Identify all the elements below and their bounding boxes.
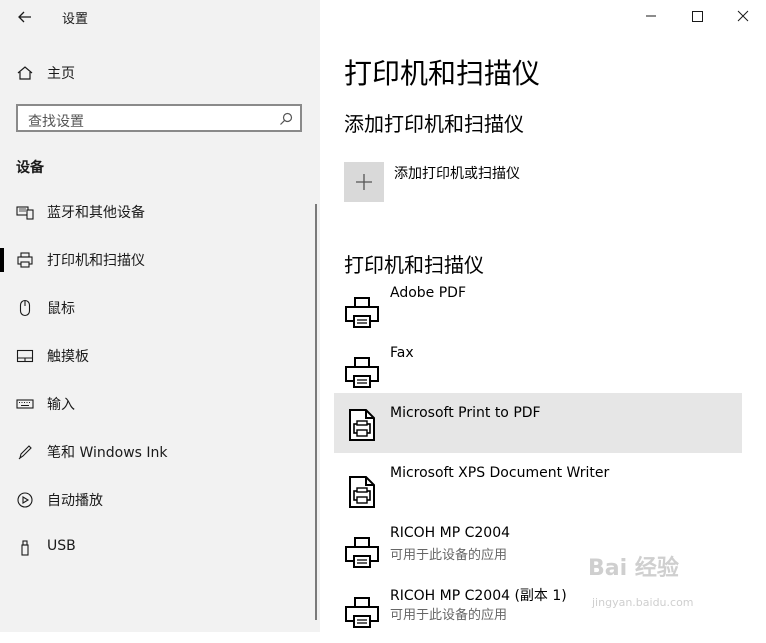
document-printer-icon xyxy=(349,409,375,441)
printer-item[interactable]: Adobe PDF xyxy=(334,283,742,343)
touchpad-icon xyxy=(16,349,34,363)
add-printer-label[interactable]: 添加打印机或扫描仪 xyxy=(394,163,520,183)
document-printer-icon xyxy=(349,476,375,508)
sidebar-item-usb[interactable]: USB xyxy=(0,526,320,570)
printer-icon xyxy=(345,597,379,628)
sidebar-item-label: 打印机和扫描仪 xyxy=(47,253,145,269)
sidebar-item-touchpad[interactable]: 触摸板 xyxy=(0,334,320,378)
watermark-url: jingyan.baidu.com xyxy=(592,596,694,609)
keyboard-icon xyxy=(16,399,34,409)
plus-icon xyxy=(356,174,372,190)
close-icon xyxy=(737,10,749,22)
home-icon xyxy=(17,66,33,80)
printer-name: Fax xyxy=(390,345,414,361)
printer-item-selected[interactable]: Microsoft Print to PDF xyxy=(334,393,742,453)
add-section-title: 添加打印机和扫描仪 xyxy=(344,112,524,136)
back-button[interactable] xyxy=(8,4,40,30)
add-printer-button[interactable] xyxy=(344,162,384,202)
sidebar-item-label: USB xyxy=(47,538,76,554)
sidebar-item-label: 蓝牙和其他设备 xyxy=(47,205,145,221)
minimize-button[interactable] xyxy=(628,2,674,30)
printer-status: 可用于此设备的应用 xyxy=(390,608,508,623)
sidebar-item-label: 输入 xyxy=(47,397,75,413)
sidebar-item-label: 自动播放 xyxy=(47,493,103,509)
bluetooth-devices-icon xyxy=(16,206,34,220)
section-title: 设备 xyxy=(16,160,44,176)
printer-name: RICOH MP C2004 (副本 1) xyxy=(390,588,567,604)
sidebar-item-mouse[interactable]: 鼠标 xyxy=(0,286,320,330)
printer-name: Microsoft XPS Document Writer xyxy=(390,465,610,481)
nav-home-label: 主页 xyxy=(47,66,75,82)
pen-icon xyxy=(18,445,32,460)
minimize-icon xyxy=(646,15,656,17)
printer-item[interactable]: RICOH MP C2004 (副本 1) 可用于此设备的应用 xyxy=(334,583,742,643)
sidebar-item-label: 鼠标 xyxy=(47,301,75,317)
printer-name: RICOH MP C2004 xyxy=(390,525,511,541)
maximize-button[interactable] xyxy=(674,2,720,30)
printer-icon xyxy=(345,537,379,568)
mouse-icon xyxy=(19,299,31,317)
sidebar-scrollbar[interactable] xyxy=(315,204,317,620)
list-section-title: 打印机和扫描仪 xyxy=(344,253,484,277)
usb-icon xyxy=(21,540,29,556)
sidebar-item-label: 触摸板 xyxy=(47,349,89,365)
sidebar-item-label: 笔和 Windows Ink xyxy=(47,445,168,461)
printer-icon xyxy=(17,252,33,268)
sidebar-item-autoplay[interactable]: 自动播放 xyxy=(0,478,320,522)
search-input[interactable]: 查找设置 xyxy=(28,111,84,131)
sidebar-item-pen[interactable]: 笔和 Windows Ink xyxy=(0,430,320,474)
printer-item[interactable]: Microsoft XPS Document Writer xyxy=(334,463,742,523)
page-title: 打印机和扫描仪 xyxy=(344,57,541,90)
search-box[interactable]: 查找设置 xyxy=(16,104,302,132)
maximize-icon xyxy=(692,11,703,22)
back-arrow-icon xyxy=(18,11,31,23)
printer-name: Microsoft Print to PDF xyxy=(390,405,541,421)
printer-name: Adobe PDF xyxy=(390,285,467,301)
printer-status: 可用于此设备的应用 xyxy=(390,548,508,563)
sidebar-item-bluetooth[interactable]: 蓝牙和其他设备 xyxy=(0,190,320,234)
sidebar-item-typing[interactable]: 输入 xyxy=(0,382,320,426)
window-title: 设置 xyxy=(62,12,89,27)
sidebar-item-printers[interactable]: 打印机和扫描仪 xyxy=(0,238,320,282)
printer-icon xyxy=(345,357,379,388)
search-icon[interactable] xyxy=(278,111,294,127)
watermark-logo: Bai 经验 xyxy=(588,556,679,581)
close-button[interactable] xyxy=(720,2,766,30)
nav-home[interactable]: 主页 xyxy=(0,51,320,95)
autoplay-icon xyxy=(17,492,33,508)
printer-icon xyxy=(345,297,379,328)
sidebar: 设置 主页 查找设置 设备 蓝牙和其他设备 打印机和扫描仪 鼠标 触摸板 输入 … xyxy=(0,0,320,632)
printer-item[interactable]: RICOH MP C2004 可用于此设备的应用 xyxy=(334,523,742,583)
